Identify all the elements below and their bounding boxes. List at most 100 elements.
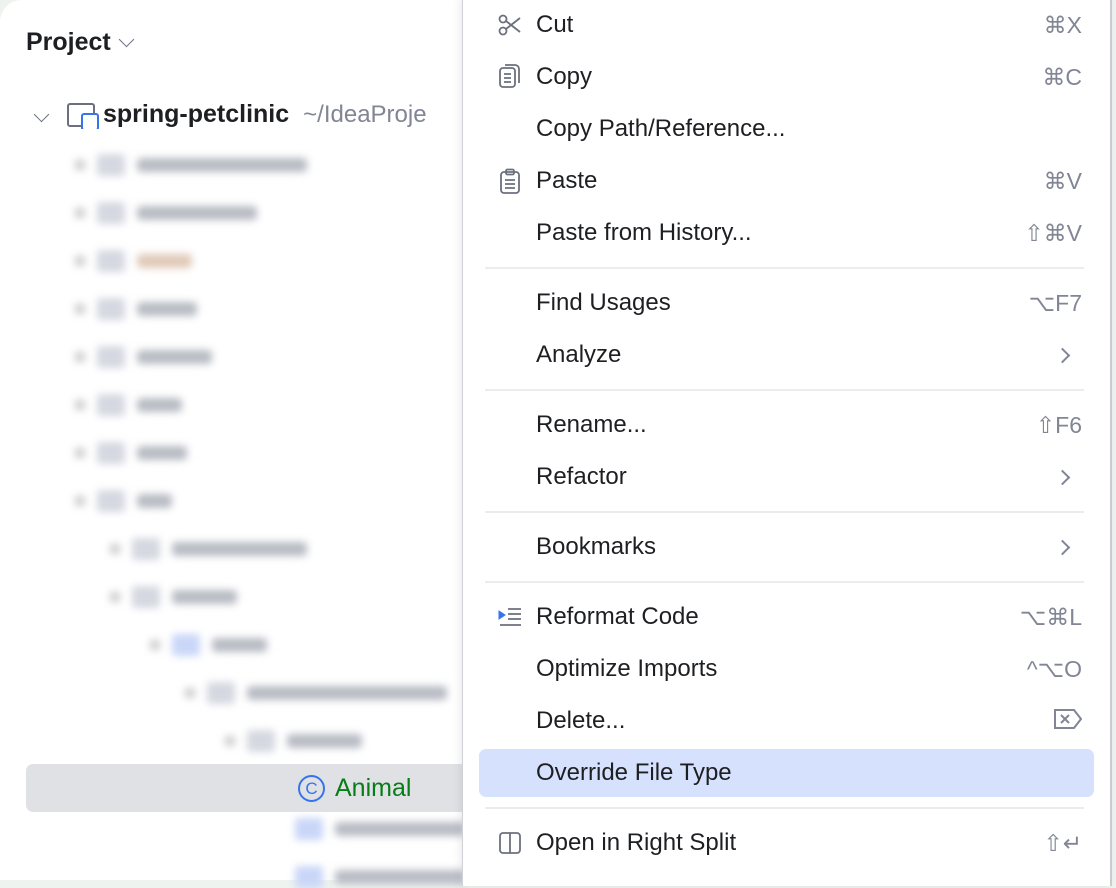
copy-icon xyxy=(497,64,523,90)
menu-item-copy-path-reference[interactable]: Copy Path/Reference... xyxy=(479,105,1094,153)
menu-separator xyxy=(485,581,1084,583)
expand-arrow-icon[interactable] xyxy=(225,736,235,746)
folder-icon xyxy=(97,490,125,512)
tree-item[interactable] xyxy=(75,394,182,416)
menu-item-label: Rename... xyxy=(536,411,647,439)
reformat-icon xyxy=(497,604,523,630)
expand-arrow-icon[interactable] xyxy=(110,544,120,554)
menu-item-open-in-right-split[interactable]: Open in Right Split⇧↵ xyxy=(479,819,1094,867)
chevron-down-icon[interactable] xyxy=(34,107,50,123)
tree-item-label xyxy=(335,870,465,884)
project-panel: Project spring-petclinic ~/IdeaProje C An… xyxy=(0,0,470,880)
tree-item[interactable] xyxy=(75,442,187,464)
menu-item-bookmarks[interactable]: Bookmarks xyxy=(479,523,1094,571)
menu-item-label: Open in Right Split xyxy=(536,829,736,857)
folder-icon xyxy=(97,442,125,464)
menu-item-refactor[interactable]: Refactor xyxy=(479,453,1094,501)
shortcut-label: ⌥⌘L xyxy=(1020,604,1082,631)
root-name: spring-petclinic xyxy=(103,100,289,129)
expand-arrow-icon[interactable] xyxy=(75,400,85,410)
menu-item-cut[interactable]: Cut⌘X xyxy=(479,1,1094,49)
module-folder-icon xyxy=(67,103,95,127)
menu-item-override-file-type[interactable]: Override File Type xyxy=(479,749,1094,797)
shortcut-label: ⌘X xyxy=(1044,12,1082,39)
menu-item-label: Copy Path/Reference... xyxy=(536,115,785,143)
tree-item[interactable] xyxy=(75,490,172,512)
tree-item-label xyxy=(212,638,267,652)
tree-item[interactable] xyxy=(185,682,447,704)
folder-icon xyxy=(172,634,200,656)
expand-arrow-icon[interactable] xyxy=(75,448,85,458)
menu-item-optimize-imports[interactable]: Optimize Imports^⌥O xyxy=(479,645,1094,693)
tree-item-animal[interactable]: C Animal xyxy=(298,774,411,803)
tree-item[interactable] xyxy=(110,586,237,608)
tree-item[interactable] xyxy=(110,538,307,560)
shortcut-label: ⌥F7 xyxy=(1029,290,1082,317)
expand-arrow-icon[interactable] xyxy=(185,688,195,698)
tree-item-label xyxy=(137,254,192,268)
class-icon: C xyxy=(298,775,325,802)
folder-icon xyxy=(97,394,125,416)
expand-arrow-icon[interactable] xyxy=(75,496,85,506)
folder-icon xyxy=(97,346,125,368)
delete-key-icon xyxy=(1054,708,1082,735)
menu-item-label: Find Usages xyxy=(536,289,671,317)
menu-item-find-usages[interactable]: Find Usages ⌥F7 xyxy=(479,279,1094,327)
tree-item-label xyxy=(137,206,257,220)
menu-item-paste-from-history[interactable]: Paste from History...⇧⌘V xyxy=(479,209,1094,257)
tree-item[interactable] xyxy=(75,346,212,368)
tree-item[interactable] xyxy=(295,866,465,888)
menu-item-label: Copy xyxy=(536,63,592,91)
tree-item-label xyxy=(335,822,465,836)
menu-separator xyxy=(485,807,1084,809)
tree-item-label xyxy=(137,446,187,460)
menu-item-analyze[interactable]: Analyze xyxy=(479,331,1094,379)
tree-item[interactable] xyxy=(75,250,192,272)
menu-item-copy[interactable]: Copy⌘C xyxy=(479,53,1094,101)
split-icon xyxy=(497,830,523,856)
tree-item-label: Animal xyxy=(335,774,411,803)
folder-icon xyxy=(295,818,323,840)
expand-arrow-icon[interactable] xyxy=(75,208,85,218)
tree-item[interactable] xyxy=(225,730,362,752)
tree-item[interactable] xyxy=(295,818,465,840)
menu-item-reformat-code[interactable]: Reformat Code ⌥⌘L xyxy=(479,593,1094,641)
chevron-right-icon xyxy=(1055,347,1071,363)
expand-arrow-icon[interactable] xyxy=(75,304,85,314)
context-menu: Cut⌘XCopy⌘C Copy Path/Reference... Paste ⌘V… xyxy=(462,0,1112,886)
chevron-right-icon xyxy=(1055,539,1071,555)
menu-item-label: Reformat Code xyxy=(536,603,699,631)
chevron-down-icon xyxy=(118,32,134,48)
tree-item-label xyxy=(287,734,362,748)
folder-icon xyxy=(97,202,125,224)
menu-item-rename[interactable]: Rename... ⇧F6 xyxy=(479,401,1094,449)
tree-item-label xyxy=(137,398,182,412)
tree-item-label xyxy=(172,542,307,556)
tree-item-label xyxy=(137,302,197,316)
shortcut-label: ⇧F6 xyxy=(1036,412,1082,439)
chevron-right-icon xyxy=(1055,469,1071,485)
paste-icon xyxy=(497,168,523,194)
tree-item[interactable] xyxy=(75,202,257,224)
tree-root-node[interactable]: spring-petclinic ~/IdeaProje xyxy=(30,100,470,129)
expand-arrow-icon[interactable] xyxy=(75,160,85,170)
menu-separator xyxy=(485,511,1084,513)
expand-arrow-icon[interactable] xyxy=(75,256,85,266)
tree-item-label xyxy=(137,158,307,172)
shortcut-label: ⇧⌘V xyxy=(1024,220,1082,247)
expand-arrow-icon[interactable] xyxy=(110,592,120,602)
folder-icon xyxy=(247,730,275,752)
menu-item-label: Optimize Imports xyxy=(536,655,717,683)
shortcut-label: ⌘V xyxy=(1044,168,1082,195)
folder-icon xyxy=(97,154,125,176)
menu-item-label: Paste xyxy=(536,167,597,195)
expand-arrow-icon[interactable] xyxy=(75,352,85,362)
project-view-selector[interactable]: Project xyxy=(26,28,132,57)
menu-item-paste[interactable]: Paste ⌘V xyxy=(479,157,1094,205)
menu-item-label: Refactor xyxy=(536,463,627,491)
tree-item[interactable] xyxy=(150,634,267,656)
tree-item[interactable] xyxy=(75,298,197,320)
expand-arrow-icon[interactable] xyxy=(150,640,160,650)
menu-item-delete[interactable]: Delete... xyxy=(479,697,1094,745)
tree-item[interactable] xyxy=(75,154,307,176)
